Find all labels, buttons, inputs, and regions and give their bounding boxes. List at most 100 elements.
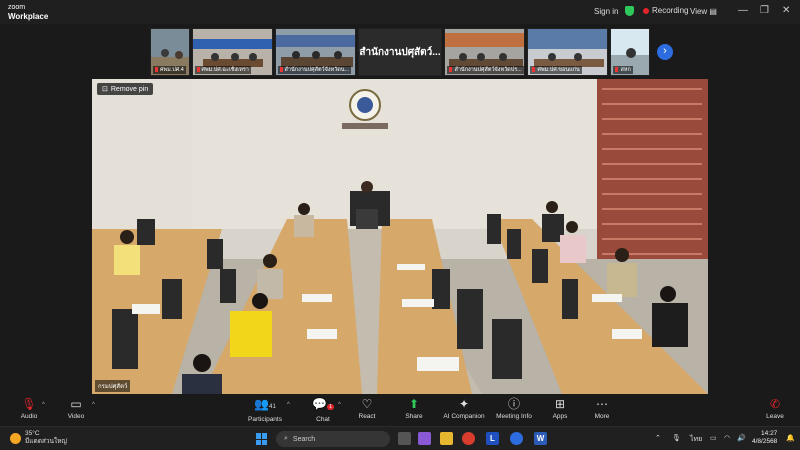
ai-label: AI Companion — [443, 413, 485, 420]
participant-tile[interactable]: ศพม.ปศ.ฉะเชิงเทรา — [191, 28, 273, 76]
participants-icon: 👥41 — [254, 397, 276, 411]
tray-chevron-icon[interactable]: ⌃ — [655, 434, 661, 442]
tile-label: ศพม.ปศ.ฉะเชิงเทรา — [194, 66, 251, 74]
participant-tile[interactable]: สำนักงานปศุสัตว์จังหวัดน... — [274, 28, 356, 76]
main-video[interactable]: ⊡ Remove pin กรมปศุสัตว์ — [92, 79, 708, 394]
restore-icon[interactable]: ❐ — [760, 5, 769, 16]
brand-line2: Workplace — [8, 12, 49, 21]
leave-button[interactable]: ✆ Leave — [763, 397, 787, 421]
weather-text: มีแดดส่วนใหญ่ — [25, 438, 67, 445]
participant-tile[interactable]: สำนักงานปศุสัตว์จังหวัดปร... — [444, 28, 526, 76]
file-explorer-icon[interactable] — [440, 432, 453, 445]
video-label: Video — [67, 413, 85, 420]
apps-icon: ⊞ — [554, 397, 566, 411]
participant-tile-name-only[interactable]: สำนักงานปศุสัตว์... — [357, 28, 443, 76]
sun-icon — [10, 432, 21, 444]
zoom-app-icon[interactable] — [510, 432, 523, 445]
remove-pin-label: Remove pin — [110, 85, 149, 93]
language-indicator[interactable]: ไทย — [690, 434, 702, 445]
mic-muted-icon: 🎙 — [21, 397, 37, 411]
view-label: View — [690, 7, 708, 16]
taskbar-search[interactable]: ⌕ Search — [276, 431, 390, 447]
camera-icon: ▭ — [70, 397, 82, 411]
react-button[interactable]: ♡ React — [353, 397, 381, 421]
task-view-icon[interactable] — [398, 432, 411, 445]
tile-label: ศพม.ปศ.4 — [153, 66, 186, 74]
pin-icon: ⊡ — [102, 86, 108, 93]
close-icon[interactable]: ✕ — [782, 5, 790, 16]
chat-button[interactable]: 💬 1 Chat — [310, 398, 336, 423]
word-icon[interactable]: W — [534, 432, 547, 445]
video-button[interactable]: ▭ Video — [63, 397, 89, 421]
tile-label: สำนักงานปศุสัตว์จังหวัดปร... — [447, 66, 524, 74]
meeting-info-label: Meeting Info — [496, 413, 532, 420]
sparkle-icon: ✦ — [458, 397, 470, 411]
share-label: Share — [405, 413, 423, 420]
security-shield-icon[interactable] — [625, 6, 634, 16]
notification-bell-icon[interactable]: 🔔 — [786, 434, 795, 442]
clock-time: 14:27 — [761, 430, 778, 437]
audio-options-caret-icon[interactable]: ^ — [42, 402, 45, 408]
temperature: 35°C — [25, 430, 40, 437]
more-label: More — [594, 413, 610, 420]
audio-button[interactable]: 🎙 Audio — [16, 397, 42, 421]
system-clock[interactable]: 14:27 4/8/2568 — [752, 430, 777, 446]
line-app-icon[interactable]: L — [486, 432, 499, 445]
record-dot-icon — [643, 7, 649, 14]
volume-icon[interactable]: 🔊 — [737, 434, 746, 442]
app-logo: zoom Workplace — [8, 3, 48, 21]
more-icon: ⋯ — [596, 397, 608, 411]
heart-icon: ♡ — [361, 397, 373, 411]
next-page-button[interactable]: › — [657, 44, 673, 60]
participant-tile[interactable]: ศพม.ปศ.4 — [150, 28, 190, 76]
minimize-icon[interactable]: — — [738, 5, 748, 16]
participants-caret-icon[interactable]: ^ — [287, 402, 290, 408]
participant-tile[interactable]: ศพม.ปศ.ขอนแก่น — [527, 28, 609, 76]
chat-label: Chat — [316, 416, 330, 423]
chat-caret-icon[interactable]: ^ — [338, 402, 341, 408]
react-label: React — [358, 413, 376, 420]
ai-companion-button[interactable]: ✦ AI Companion — [440, 397, 488, 421]
participant-strip: ศพม.ปศ.4 ศพม.ปศ.ฉะเชิงเทรา สำนักงานปศุสั… — [150, 28, 651, 76]
copilot-icon[interactable] — [418, 432, 431, 445]
participant-tile[interactable]: สหก — [610, 28, 651, 76]
sign-in-link[interactable]: Sign in — [594, 7, 618, 16]
brand-line1: zoom — [8, 4, 26, 11]
os-taskbar: 35°C มีแดดส่วนใหญ่ ⌕ Search L W ⌃ 🎙 ไทย ▭ … — [0, 426, 800, 450]
clock-date: 4/8/2568 — [752, 438, 778, 445]
more-button[interactable]: ⋯ More — [590, 397, 614, 421]
title-bar: zoom Workplace Sign in Recording View ▤ … — [0, 0, 800, 24]
participants-label: Participants — [248, 416, 282, 423]
recording-label: Recording — [652, 6, 689, 15]
tile-label: ศพม.ปศ.ขอนแก่น — [530, 66, 582, 74]
windows-start-icon[interactable] — [256, 433, 268, 445]
tile-name: สำนักงานปศุสัตว์... — [359, 46, 441, 58]
chrome-icon[interactable] — [462, 432, 475, 445]
tile-label: สหก — [613, 66, 633, 74]
leave-label: Leave — [766, 413, 784, 420]
meeting-room-video — [92, 79, 708, 394]
chat-icon: 💬 1 — [312, 397, 334, 411]
main-video-label: กรมปศุสัตว์ — [95, 380, 131, 392]
audio-label: Audio — [20, 413, 38, 420]
remove-pin-button[interactable]: ⊡ Remove pin — [97, 83, 154, 95]
search-label: Search — [292, 435, 316, 443]
wifi-icon[interactable]: ◠ — [724, 434, 730, 442]
leave-icon: ✆ — [769, 397, 781, 411]
info-icon: ⓘ — [507, 397, 520, 411]
view-button[interactable]: View ▤ — [690, 7, 717, 16]
meeting-info-button[interactable]: ⓘ Meeting Info — [493, 397, 535, 421]
mic-tray-icon[interactable]: 🎙 — [672, 434, 681, 442]
participants-button[interactable]: 👥41 Participants — [245, 397, 285, 424]
display-icon[interactable]: ▭ — [710, 434, 717, 442]
search-icon: ⌕ — [284, 435, 288, 442]
apps-label: Apps — [552, 413, 568, 420]
share-arrow-icon: ⬆ — [408, 397, 420, 411]
apps-button[interactable]: ⊞ Apps — [548, 397, 572, 421]
tile-label: สำนักงานปศุสัตว์จังหวัดน... — [277, 66, 352, 74]
video-options-caret-icon[interactable]: ^ — [92, 402, 95, 408]
recording-indicator[interactable]: Recording — [643, 6, 688, 15]
weather-widget[interactable]: 35°C มีแดดส่วนใหญ่ — [10, 430, 67, 446]
meeting-toolbar: 🎙 Audio ^ ▭ Video ^ 👥41 Participants ^ 💬 1 Ch… — [0, 396, 800, 426]
share-button[interactable]: ⬆ Share — [400, 397, 428, 421]
